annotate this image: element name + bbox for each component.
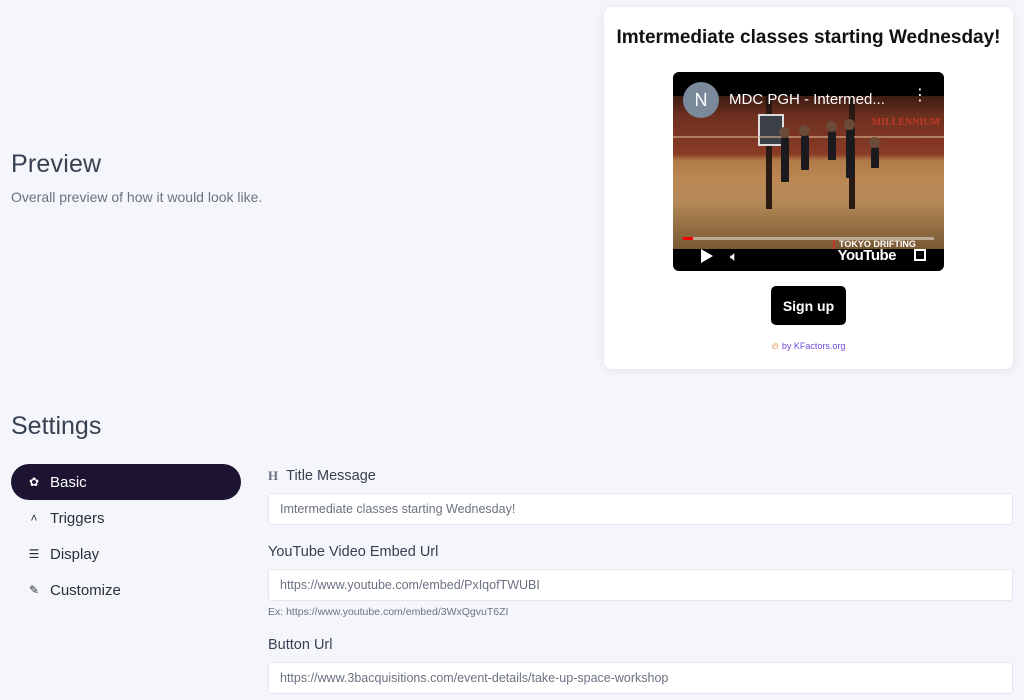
preview-section-header: Preview Overall preview of how it would … (11, 150, 262, 205)
brush-icon: ✎ (28, 583, 40, 597)
brand-watermark-subtitle: DANCE COMPLEX (873, 130, 940, 136)
brand-watermark-title: MILLENNIUM (871, 117, 940, 128)
preview-card: Imtermediate classes starting Wednesday!… (604, 7, 1013, 369)
brand-watermark: MILLENNIUM DANCE COMPLEX PITTSBURGH (872, 118, 940, 148)
preview-title: Preview (11, 150, 102, 178)
dancer-figure (844, 119, 855, 178)
nav-item-display[interactable]: ☰ Display (11, 536, 241, 572)
video-controls: 🔈︎ YouTube (673, 241, 944, 271)
video-top-bar: N MDC PGH - Intermed... ⋮ (673, 72, 944, 118)
youtube-url-label: YouTube Video Embed Url (268, 544, 439, 560)
youtube-video-embed[interactable]: MILLENNIUM DANCE COMPLEX PITTSBURGH TOKY… (673, 72, 944, 271)
credit-text[interactable]: by KFactors.org (782, 341, 846, 351)
nav-item-label: Customize (50, 581, 121, 599)
dancer-figure (779, 127, 790, 182)
dancer-figure (799, 125, 810, 170)
sliders-icon: ☰ (28, 547, 40, 561)
flame-icon: 🔥︎ (771, 341, 779, 352)
button-url-input[interactable] (268, 662, 1013, 694)
dancer-figure (869, 137, 880, 168)
youtube-url-input[interactable] (268, 569, 1013, 601)
dancer-figure (826, 121, 837, 160)
title-message-input[interactable] (268, 493, 1013, 525)
more-options-icon[interactable]: ⋮ (912, 88, 928, 104)
video-title[interactable]: MDC PGH - Intermed... (729, 91, 904, 108)
chevron-up-icon: ˄ (30, 511, 38, 525)
settings-title: Settings (11, 412, 102, 440)
nav-item-label: Triggers (50, 509, 105, 527)
nav-item-label: Basic (50, 473, 87, 491)
nav-item-basic[interactable]: ✿ Basic (11, 464, 241, 500)
nav-item-triggers[interactable]: ˄ Triggers (11, 500, 241, 536)
video-frame: MILLENNIUM DANCE COMPLEX PITTSBURGH TOKY… (673, 96, 944, 249)
video-progress-fill (683, 237, 694, 240)
gear-icon: ✿ (28, 475, 40, 489)
brand-watermark-location: PITTSBURGH (890, 140, 940, 146)
play-icon[interactable] (701, 249, 713, 263)
basic-settings-form: H Title Message YouTube Video Embed Url E… (268, 466, 1013, 694)
nav-item-customize[interactable]: ✎ Customize (11, 572, 241, 608)
sign-up-button[interactable]: Sign up (771, 286, 846, 325)
heading-icon: H (268, 468, 279, 483)
title-message-label: H Title Message (268, 466, 1013, 486)
title-message-label-text: Title Message (286, 468, 376, 484)
button-url-label: Button Url (268, 637, 333, 653)
powered-by-credit[interactable]: 🔥︎ by KFactors.org (604, 341, 1013, 352)
volume-icon[interactable]: 🔈︎ (730, 248, 738, 265)
youtube-logo[interactable]: YouTube (838, 247, 897, 264)
video-progress-bar[interactable] (683, 237, 934, 240)
settings-nav: ✿ Basic ˄ Triggers ☰ Display ✎ Customize (11, 464, 241, 608)
channel-avatar[interactable]: N (683, 82, 719, 118)
card-title: Imtermediate classes starting Wednesday! (616, 27, 1001, 48)
youtube-url-hint: Ex: https://www.youtube.com/embed/3WxQgv… (268, 606, 509, 618)
preview-subtitle: Overall preview of how it would look lik… (11, 189, 263, 205)
youtube-url-field: YouTube Video Embed Url Ex: https://www.… (268, 542, 1013, 618)
fullscreen-icon[interactable] (914, 249, 926, 261)
title-message-field: H Title Message (268, 466, 1013, 525)
nav-item-label: Display (50, 545, 100, 563)
button-url-field: Button Url (268, 635, 1013, 694)
